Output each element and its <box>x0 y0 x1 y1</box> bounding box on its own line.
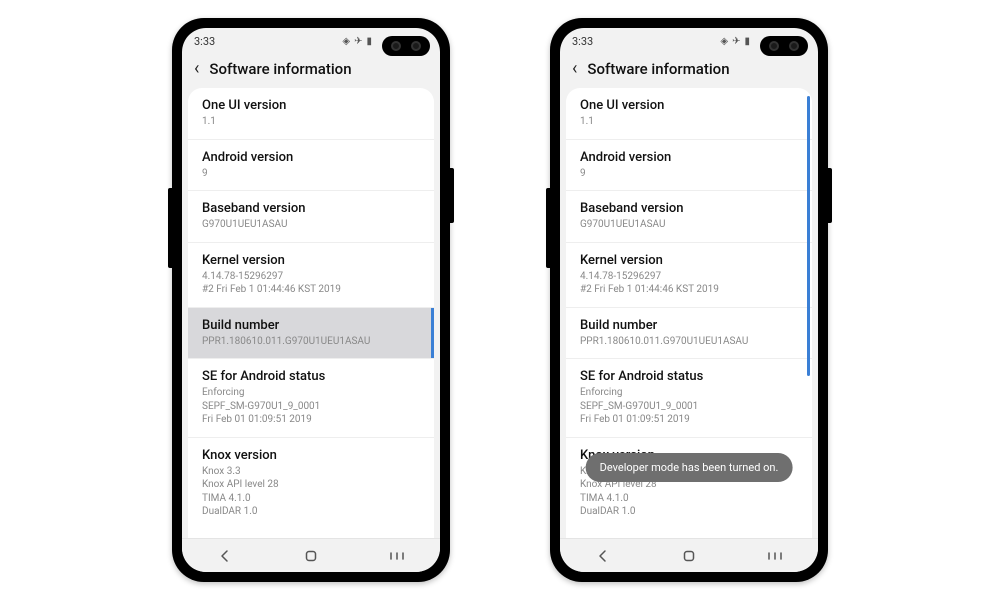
item-kernel-version[interactable]: Kernel version 4.14.78-15296297 #2 Fri F… <box>566 243 812 308</box>
toast-text: Developer mode has been turned on. <box>600 461 779 474</box>
app-header: ‹ Software information <box>182 54 440 88</box>
battery-icon: ▮ <box>744 36 750 47</box>
app-header: ‹ Software information <box>560 54 818 88</box>
item-value: 9 <box>580 167 798 181</box>
camera-cutout <box>382 36 430 56</box>
camera-cutout <box>760 36 808 56</box>
item-build-number[interactable]: Build number PPR1.180610.011.G970U1UEU1A… <box>566 308 812 360</box>
item-title: Kernel version <box>202 253 420 268</box>
nav-recents-button[interactable] <box>755 545 795 567</box>
item-value: Enforcing SEPF_SM-G970U1_9_0001 Fri Feb … <box>580 386 798 427</box>
item-android-version[interactable]: Android version 9 <box>188 140 434 192</box>
item-value: 1.1 <box>202 115 420 129</box>
item-title: Android version <box>202 150 420 165</box>
item-value: 9 <box>202 167 420 181</box>
item-title: Baseband version <box>202 201 420 216</box>
navigation-bar <box>560 538 818 572</box>
clock: 3:33 <box>194 35 215 48</box>
page-title: Software information <box>209 60 351 78</box>
item-title: Build number <box>202 318 420 333</box>
item-title: SE for Android status <box>202 369 420 384</box>
item-value: 1.1 <box>580 115 798 129</box>
navigation-bar <box>182 538 440 572</box>
item-se-android-status[interactable]: SE for Android status Enforcing SEPF_SM-… <box>566 359 812 438</box>
screen: 3:33 ◈ ✈ ▮ ‹ Software information One UI… <box>560 28 818 572</box>
back-icon[interactable]: ‹ <box>194 60 199 78</box>
item-value: PPR1.180610.011.G970U1UEU1ASAU <box>202 335 420 349</box>
battery-icon: ▮ <box>366 36 372 47</box>
nav-back-button[interactable] <box>583 545 623 567</box>
airplane-icon: ✈ <box>732 36 740 47</box>
item-knox-version[interactable]: Knox version Knox 3.3 Knox API level 28 … <box>188 438 434 529</box>
item-title: Baseband version <box>580 201 798 216</box>
status-icons: ◈ ✈ ▮ <box>720 36 750 47</box>
item-title: One UI version <box>202 98 420 113</box>
item-baseband-version[interactable]: Baseband version G970U1UEU1ASAU <box>188 191 434 243</box>
nav-back-button[interactable] <box>205 545 245 567</box>
item-title: Knox version <box>202 448 420 463</box>
back-icon[interactable]: ‹ <box>572 60 577 78</box>
item-baseband-version[interactable]: Baseband version G970U1UEU1ASAU <box>566 191 812 243</box>
wifi-icon: ◈ <box>342 36 350 47</box>
phone-left: 3:33 ◈ ✈ ▮ ‹ Software information One UI… <box>172 18 450 582</box>
nav-home-button[interactable] <box>669 545 709 567</box>
clock: 3:33 <box>572 35 593 48</box>
item-kernel-version[interactable]: Kernel version 4.14.78-15296297 #2 Fri F… <box>188 243 434 308</box>
item-one-ui-version[interactable]: One UI version 1.1 <box>566 88 812 140</box>
item-android-version[interactable]: Android version 9 <box>566 140 812 192</box>
item-value: G970U1UEU1ASAU <box>202 218 420 232</box>
status-icons: ◈ ✈ ▮ <box>342 36 372 47</box>
settings-list[interactable]: One UI version 1.1 Android version 9 Bas… <box>188 88 434 538</box>
airplane-icon: ✈ <box>354 36 362 47</box>
screen: 3:33 ◈ ✈ ▮ ‹ Software information One UI… <box>182 28 440 572</box>
item-knox-version[interactable]: Knox version Knox 3.3 Knox API level 28 … <box>566 438 812 529</box>
item-value: PPR1.180610.011.G970U1UEU1ASAU <box>580 335 798 349</box>
wifi-icon: ◈ <box>720 36 728 47</box>
phone-right: 3:33 ◈ ✈ ▮ ‹ Software information One UI… <box>550 18 828 582</box>
nav-home-button[interactable] <box>291 545 331 567</box>
item-title: One UI version <box>580 98 798 113</box>
nav-recents-button[interactable] <box>377 545 417 567</box>
item-value: G970U1UEU1ASAU <box>580 218 798 232</box>
item-value: Knox 3.3 Knox API level 28 TIMA 4.1.0 Du… <box>202 465 420 519</box>
item-se-android-status[interactable]: SE for Android status Enforcing SEPF_SM-… <box>188 359 434 438</box>
item-value: 4.14.78-15296297 #2 Fri Feb 1 01:44:46 K… <box>580 270 798 297</box>
toast-developer-mode: Developer mode has been turned on. <box>586 453 793 482</box>
scrollbar-thumb[interactable] <box>807 96 810 376</box>
item-value: 4.14.78-15296297 #2 Fri Feb 1 01:44:46 K… <box>202 270 420 297</box>
item-title: Android version <box>580 150 798 165</box>
item-title: Kernel version <box>580 253 798 268</box>
item-title: Build number <box>580 318 798 333</box>
item-build-number[interactable]: Build number PPR1.180610.011.G970U1UEU1A… <box>188 308 434 360</box>
item-value: Enforcing SEPF_SM-G970U1_9_0001 Fri Feb … <box>202 386 420 427</box>
item-title: SE for Android status <box>580 369 798 384</box>
item-one-ui-version[interactable]: One UI version 1.1 <box>188 88 434 140</box>
page-title: Software information <box>587 60 729 78</box>
